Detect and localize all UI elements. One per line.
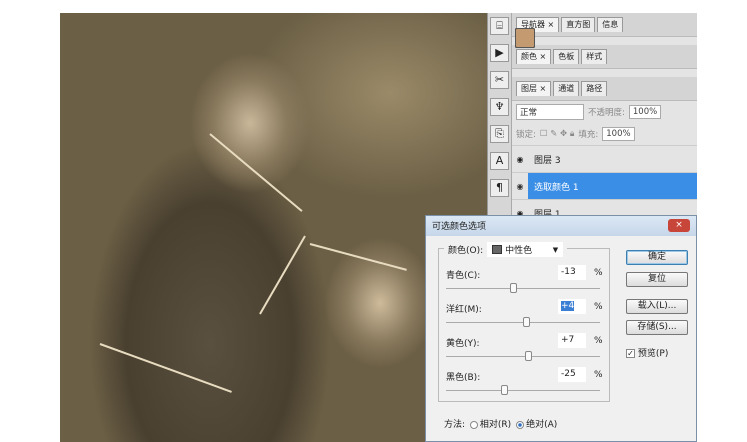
tab-info[interactable]: 信息 (597, 17, 624, 32)
lock-icons[interactable]: ☐ ✎ ✥ 🔒︎ (540, 129, 575, 139)
dialog-titlebar: 可选颜色选项 × (426, 216, 696, 236)
navigator-panel-tabs: 导航器 × 直方图 信息 (512, 13, 697, 37)
cyan-slider-thumb[interactable] (509, 283, 517, 293)
percent-label: % (594, 370, 603, 380)
tool-column: ⌸ ▶ ✂ ♆ ⎘ A ¶ (487, 13, 512, 215)
fill-input[interactable]: 100% (602, 127, 635, 141)
percent-label: % (594, 336, 603, 346)
brush-icon[interactable]: ♆ (490, 98, 509, 116)
method-label: 方法: (444, 420, 466, 430)
yellow-value: +7 (561, 335, 575, 345)
layers-panel-tabs: 图层 × 通道 路径 (512, 77, 697, 101)
chevron-down-icon: ▼ (552, 245, 559, 254)
photo-detail (259, 235, 306, 315)
layer-row-selected[interactable]: ◉ 选取颜色 1 (512, 28, 697, 199)
layer-name: 选取颜色 1 (534, 182, 579, 193)
reset-button[interactable]: 复位 (626, 272, 688, 287)
yellow-slider-track[interactable] (446, 356, 600, 357)
tab-paths[interactable]: 路径 (581, 81, 608, 96)
percent-label: % (594, 268, 603, 278)
color-swatch (492, 245, 503, 254)
opacity-label: 不透明度: (588, 108, 625, 118)
yellow-slider-thumb[interactable] (525, 351, 533, 361)
eye-icon[interactable]: ◉ (512, 173, 528, 199)
black-slider-track[interactable] (446, 390, 600, 391)
eye-icon[interactable]: ◉ (512, 155, 528, 164)
tab-layers[interactable]: 图层 × (516, 81, 552, 96)
history-icon[interactable]: ⌸ (490, 17, 509, 35)
tab-channels[interactable]: 通道 (553, 81, 580, 96)
photo-detail (99, 343, 232, 393)
cyan-value: -13 (561, 267, 576, 277)
magenta-label: 洋红(M): (446, 305, 482, 315)
layer-name: 图层 3 (534, 155, 561, 166)
tab-color[interactable]: 颜色 × (516, 49, 552, 64)
tab-histogram[interactable]: 直方图 (561, 17, 596, 32)
cyan-label: 青色(C): (446, 271, 481, 281)
ok-button[interactable]: 确定 (626, 250, 688, 265)
save-button[interactable]: 存储(S)... (626, 320, 688, 335)
cyan-slider-track[interactable] (446, 288, 600, 289)
black-label: 黑色(B): (446, 373, 481, 383)
photo-detail (209, 133, 303, 212)
color-value: 中性色 (505, 246, 533, 256)
magenta-input[interactable]: +4 (558, 299, 586, 314)
panels: 导航器 × 直方图 信息 颜色 × 色板 样式 图层 × 通道 路径 正常 不透… (512, 13, 697, 220)
clone-icon[interactable]: ⎘ (490, 125, 509, 143)
black-value: -25 (561, 369, 576, 379)
character-icon[interactable]: A (490, 152, 509, 170)
preview-label: 预览(P) (637, 349, 669, 359)
actions-play-icon[interactable]: ▶ (490, 44, 509, 62)
blend-mode-select[interactable]: 正常 (516, 104, 584, 120)
layer-thumbnail (515, 28, 535, 48)
fill-label: 填充: (578, 130, 599, 140)
paragraph-icon[interactable]: ¶ (490, 179, 509, 197)
yellow-input[interactable]: +7 (558, 333, 586, 348)
cyan-input[interactable]: -13 (558, 265, 586, 280)
absolute-radio[interactable] (516, 420, 525, 429)
absolute-label: 绝对(A) (526, 420, 558, 430)
close-button[interactable]: × (668, 219, 690, 232)
photo-canvas[interactable] (60, 13, 487, 442)
checkbox-icon[interactable]: ✓ (626, 349, 635, 358)
black-input[interactable]: -25 (558, 367, 586, 382)
relative-radio[interactable] (469, 420, 478, 429)
preview-checkbox[interactable]: ✓ 预览(P) (626, 346, 668, 359)
method-row: 方法: 相对(R) 绝对(A) (444, 417, 557, 430)
selective-color-dialog: 可选颜色选项 × 颜色(O): 中性色 ▼ 青色(C): -13 % 洋红(M)… (425, 215, 697, 442)
layer-row[interactable]: ◉ 图层 3 (512, 28, 697, 172)
color-select[interactable]: 中性色 ▼ (487, 242, 564, 257)
tab-styles[interactable]: 样式 (581, 49, 608, 64)
color-panel-tabs: 颜色 × 色板 样式 (512, 45, 697, 69)
tools-icon[interactable]: ✂ (490, 71, 509, 89)
relative-label: 相对(R) (479, 420, 512, 430)
dialog-title: 可选颜色选项 (432, 222, 487, 232)
magenta-value: +4 (561, 301, 575, 311)
color-row: 颜色(O): 中性色 ▼ (444, 242, 568, 257)
magenta-slider-thumb[interactable] (523, 317, 531, 327)
opacity-input[interactable]: 100% (628, 105, 662, 119)
load-button[interactable]: 载入(L)... (626, 299, 688, 314)
yellow-label: 黄色(Y): (446, 339, 480, 349)
lock-label: 锁定: (516, 130, 536, 140)
percent-label: % (594, 302, 603, 312)
tab-swatches[interactable]: 色板 (553, 49, 580, 64)
black-slider-thumb[interactable] (500, 385, 508, 395)
color-label: 颜色(O): (448, 246, 484, 256)
photo-detail (309, 243, 407, 271)
